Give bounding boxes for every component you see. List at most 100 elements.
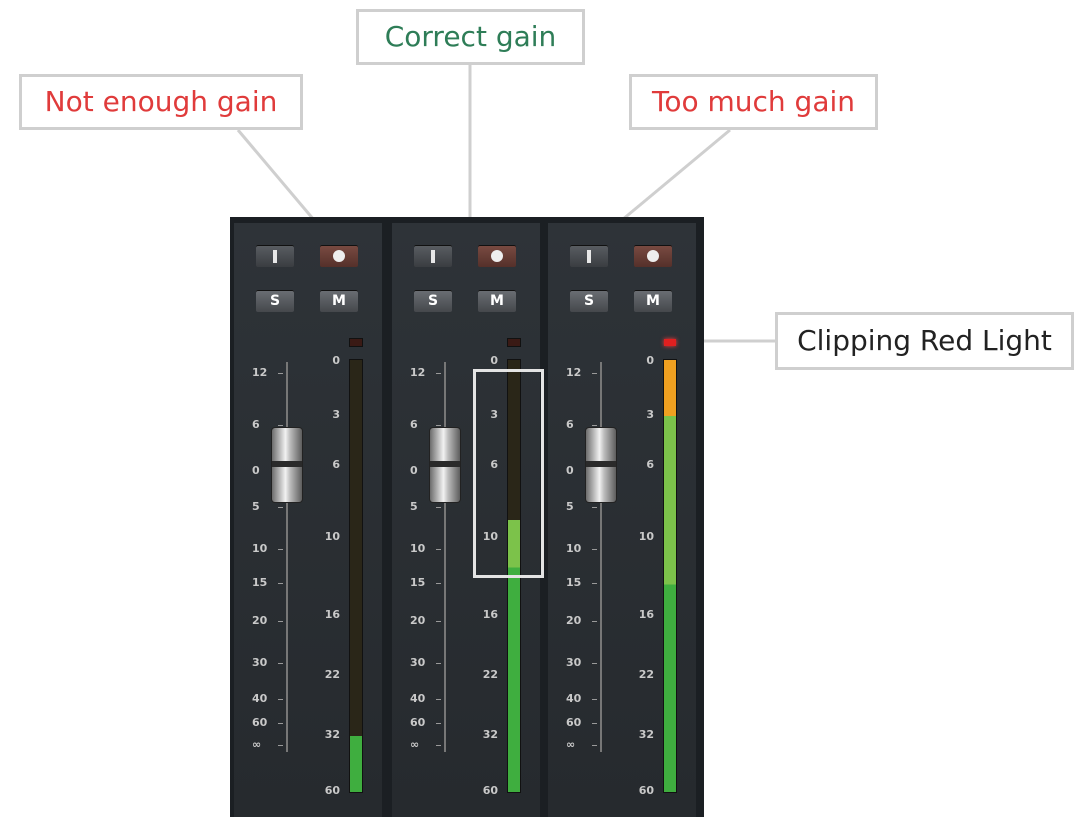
volume-fader-knob[interactable] bbox=[430, 428, 460, 502]
level-meter bbox=[350, 360, 362, 792]
solo-button[interactable]: S bbox=[414, 290, 452, 312]
fader-rail bbox=[286, 362, 288, 752]
channel-strip-not-enough-gain: S M 12 6 0 5 10 15 20 30 40 60 ∞ 0 3 6 10 16 22 32 60 bbox=[234, 223, 382, 817]
meter-scale-label: 10 bbox=[638, 530, 654, 543]
fader-scale-label: ∞ bbox=[566, 738, 576, 751]
fader-scale-label: 40 bbox=[566, 692, 582, 705]
clipping-light bbox=[664, 339, 676, 346]
fader-scale-label: 12 bbox=[252, 366, 268, 379]
fader-scale-tick bbox=[436, 621, 441, 622]
meter-scale-label: 16 bbox=[482, 608, 498, 621]
mute-button[interactable]: M bbox=[478, 290, 516, 312]
fader-scale-tick bbox=[592, 699, 597, 700]
meter-scale-label: 60 bbox=[324, 784, 340, 797]
record-icon bbox=[647, 250, 659, 262]
meter-scale-label: 60 bbox=[482, 784, 498, 797]
meter-scale-label: 3 bbox=[332, 408, 340, 421]
fader-scale-tick bbox=[592, 549, 597, 550]
fader-scale-label: 60 bbox=[410, 716, 426, 729]
fader-scale-tick bbox=[436, 373, 441, 374]
fader-scale-label: ∞ bbox=[410, 738, 420, 751]
meter-scale-label: 6 bbox=[332, 458, 340, 471]
fader-scale-label: 20 bbox=[252, 614, 268, 627]
correct-gain-highlight-frame bbox=[473, 369, 544, 578]
meter-scale-label: 22 bbox=[324, 668, 340, 681]
fader-scale-tick bbox=[278, 373, 283, 374]
meter-scale-label: 0 bbox=[490, 354, 498, 367]
input-monitor-button[interactable] bbox=[256, 245, 294, 267]
clipping-light bbox=[350, 339, 362, 346]
volume-fader-knob[interactable] bbox=[586, 428, 616, 502]
fader-scale-label: 40 bbox=[252, 692, 268, 705]
fader-scale-label: 30 bbox=[410, 656, 426, 669]
clipping-light bbox=[508, 339, 520, 346]
not-enough-connector bbox=[236, 129, 316, 221]
fader-scale-label: 12 bbox=[410, 366, 426, 379]
mixer-panel: S M 12 6 0 5 10 15 20 30 40 60 ∞ 0 3 6 10 16 22 32 60 S M 12 6 0… bbox=[230, 217, 704, 817]
fader-scale-tick bbox=[278, 699, 283, 700]
input-monitor-button[interactable] bbox=[414, 245, 452, 267]
record-arm-button[interactable] bbox=[634, 245, 672, 267]
input-bar-icon bbox=[431, 249, 435, 263]
record-arm-button[interactable] bbox=[478, 245, 516, 267]
fader-scale-tick bbox=[278, 745, 283, 746]
fader-scale-tick bbox=[592, 425, 597, 426]
fader-scale-label: 10 bbox=[410, 542, 426, 555]
fader-scale-label: 6 bbox=[252, 418, 260, 431]
fader-scale-label: 5 bbox=[252, 500, 260, 513]
fader-scale-tick bbox=[278, 663, 283, 664]
channel-strip-too-much-gain: S M 12 6 0 5 10 15 20 30 40 60 ∞ 0 3 6 10 16 22 32 60 bbox=[548, 223, 696, 817]
level-meter bbox=[664, 360, 676, 792]
fader-scale-label: 15 bbox=[252, 576, 268, 589]
input-bar-icon bbox=[273, 249, 277, 263]
fader-scale-label: 60 bbox=[252, 716, 268, 729]
fader-scale-tick bbox=[592, 621, 597, 622]
fader-scale-label: 60 bbox=[566, 716, 582, 729]
fader-scale-label: 5 bbox=[410, 500, 418, 513]
too-much-connector bbox=[621, 128, 731, 222]
fader-scale-tick bbox=[278, 549, 283, 550]
level-meter-fill bbox=[664, 360, 676, 792]
fader-scale-tick bbox=[592, 583, 597, 584]
fader-scale-label: 20 bbox=[410, 614, 426, 627]
mute-button[interactable]: M bbox=[320, 290, 358, 312]
record-icon bbox=[491, 250, 503, 262]
mute-button[interactable]: M bbox=[634, 290, 672, 312]
fader-scale-tick bbox=[436, 507, 441, 508]
volume-fader-knob[interactable] bbox=[272, 428, 302, 502]
fader-scale-tick bbox=[592, 663, 597, 664]
meter-scale-label: 3 bbox=[646, 408, 654, 421]
meter-scale-label: 16 bbox=[324, 608, 340, 621]
fader-rail bbox=[600, 362, 602, 752]
fader-scale-label: 10 bbox=[566, 542, 582, 555]
fader-scale-tick bbox=[278, 621, 283, 622]
meter-scale-label: 6 bbox=[646, 458, 654, 471]
input-bar-icon bbox=[587, 249, 591, 263]
fader-scale-tick bbox=[278, 583, 283, 584]
fader-scale-tick bbox=[592, 745, 597, 746]
fader-scale-tick bbox=[436, 549, 441, 550]
fader-scale-label: 12 bbox=[566, 366, 582, 379]
fader-scale-label: 0 bbox=[566, 464, 574, 477]
meter-scale-label: 22 bbox=[638, 668, 654, 681]
fader-scale-tick bbox=[436, 699, 441, 700]
fader-scale-tick bbox=[436, 425, 441, 426]
fader-scale-label: 6 bbox=[566, 418, 574, 431]
fader-scale-label: 15 bbox=[566, 576, 582, 589]
fader-rail bbox=[444, 362, 446, 752]
meter-scale-label: 32 bbox=[482, 728, 498, 741]
fader-scale-label: 5 bbox=[566, 500, 574, 513]
fader-scale-tick bbox=[592, 723, 597, 724]
meter-scale-label: 0 bbox=[646, 354, 654, 367]
meter-scale-label: 32 bbox=[324, 728, 340, 741]
record-arm-button[interactable] bbox=[320, 245, 358, 267]
meter-scale-label: 10 bbox=[324, 530, 340, 543]
solo-button[interactable]: S bbox=[570, 290, 608, 312]
solo-button[interactable]: S bbox=[256, 290, 294, 312]
fader-scale-tick bbox=[278, 723, 283, 724]
input-monitor-button[interactable] bbox=[570, 245, 608, 267]
fader-scale-label: 0 bbox=[410, 464, 418, 477]
fader-scale-tick bbox=[592, 507, 597, 508]
fader-scale-label: 20 bbox=[566, 614, 582, 627]
meter-scale-label: 60 bbox=[638, 784, 654, 797]
